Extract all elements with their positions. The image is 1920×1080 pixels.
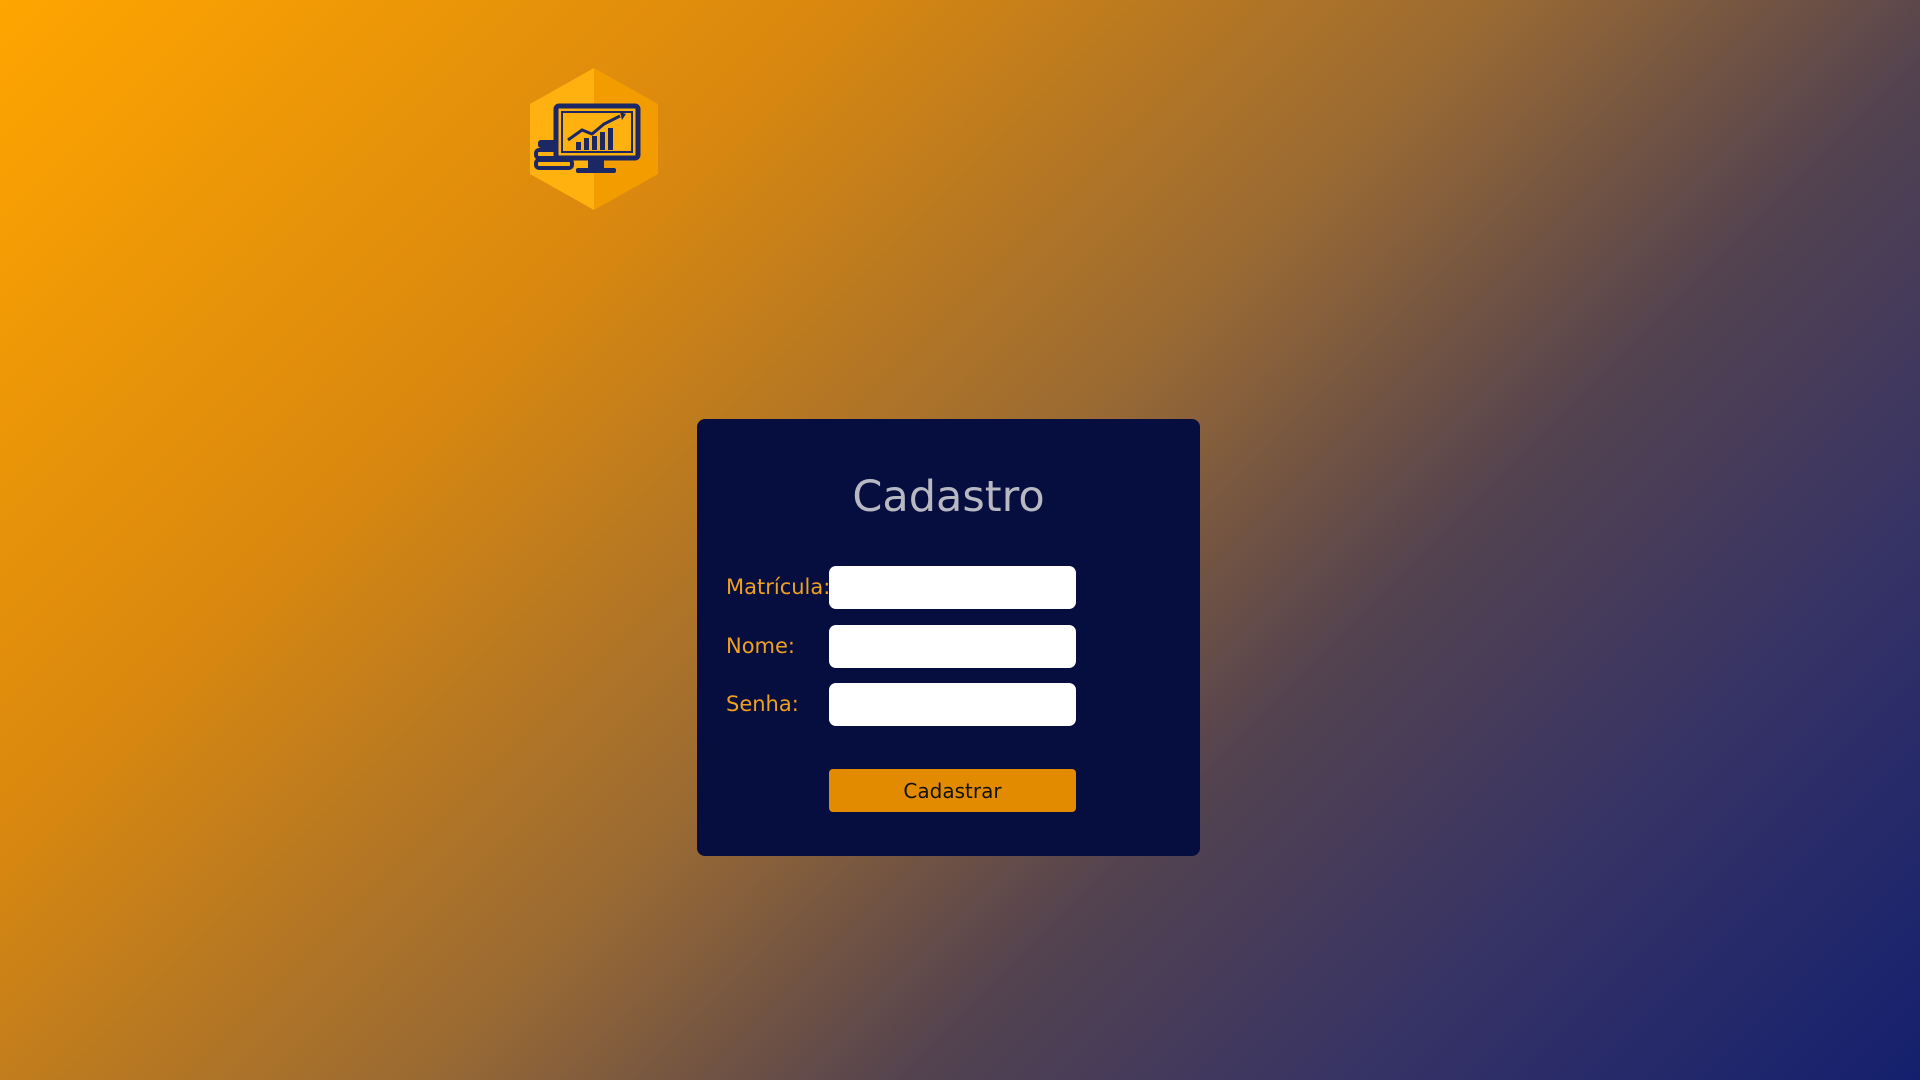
nome-row: Nome:	[726, 625, 1166, 668]
monitor-growth-chart-icon	[530, 68, 658, 210]
app-logo	[530, 68, 658, 210]
senha-label: Senha:	[726, 692, 799, 716]
senha-row: Senha:	[726, 683, 1166, 726]
matricula-input[interactable]	[829, 566, 1076, 609]
nome-input[interactable]	[829, 625, 1076, 668]
nome-label: Nome:	[726, 634, 796, 658]
matricula-row: Matrícula:	[726, 566, 1166, 609]
form-title: Cadastro	[852, 472, 1045, 522]
cadastrar-button[interactable]: Cadastrar	[829, 769, 1076, 812]
senha-input[interactable]	[829, 683, 1076, 726]
matricula-label: Matrícula:	[726, 575, 831, 599]
registration-card: Cadastro Matrícula: Nome: Senha: Cadastr…	[697, 419, 1200, 856]
